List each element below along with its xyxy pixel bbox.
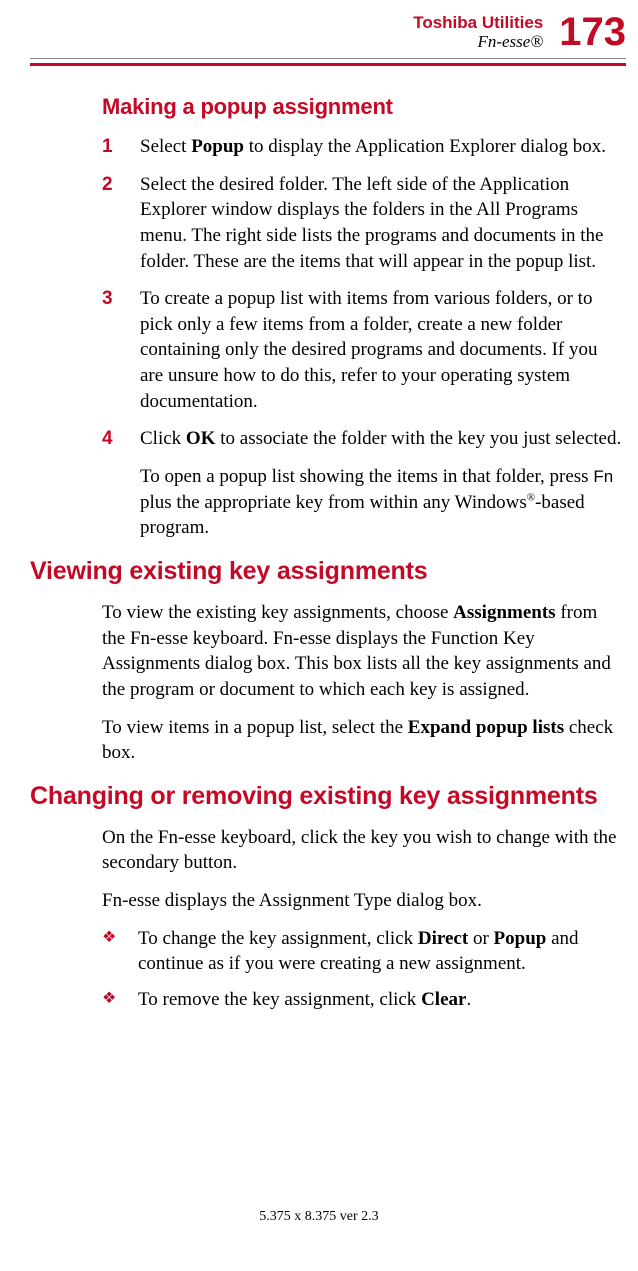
step-text: Select Popup to display the Application …	[140, 134, 606, 160]
step-number: 3	[102, 286, 116, 414]
step-text: To create a popup list with items from v…	[140, 286, 624, 414]
viewing-paragraph-2: To view items in a popup list, select th…	[102, 715, 624, 766]
chapter-title: Toshiba Utilities	[413, 14, 543, 33]
page-number: 173	[559, 10, 626, 52]
step-1: 1 Select Popup to display the Applicatio…	[102, 134, 624, 160]
bullet-item: ❖ To remove the key assignment, click Cl…	[102, 987, 624, 1013]
step-number: 1	[102, 134, 116, 160]
header-section: Fn-esse®	[413, 33, 543, 52]
diamond-icon: ❖	[102, 926, 118, 977]
heading-viewing: Viewing existing key assignments	[30, 557, 624, 586]
changing-paragraph-2: Fn-esse displays the Assignment Type dia…	[102, 888, 624, 914]
step-4: 4 Click OK to associate the folder with …	[102, 426, 624, 452]
footer-text: 5.375 x 8.375 ver 2.3	[0, 1209, 638, 1225]
heading-changing: Changing or removing existing key assign…	[30, 782, 624, 811]
changing-paragraph-1: On the Fn-esse keyboard, click the key y…	[102, 825, 624, 876]
post-step-paragraph: To open a popup list showing the items i…	[140, 464, 624, 541]
step-number: 4	[102, 426, 116, 452]
bullet-text: To remove the key assignment, click Clea…	[138, 987, 471, 1013]
bullet-item: ❖ To change the key assignment, click Di…	[102, 926, 624, 977]
heading-making-popup: Making a popup assignment	[102, 94, 624, 120]
step-3: 3 To create a popup list with items from…	[102, 286, 624, 414]
step-text: Select the desired folder. The left side…	[140, 172, 624, 275]
page-header: Toshiba Utilities Fn-esse® 173	[30, 10, 626, 52]
step-2: 2 Select the desired folder. The left si…	[102, 172, 624, 275]
bullet-text: To change the key assignment, click Dire…	[138, 926, 624, 977]
fn-key-text: Fn	[593, 467, 613, 486]
divider-thin	[30, 58, 626, 59]
step-number: 2	[102, 172, 116, 275]
step-text: Click OK to associate the folder with th…	[140, 426, 621, 452]
diamond-icon: ❖	[102, 987, 118, 1013]
viewing-paragraph-1: To view the existing key assignments, ch…	[102, 600, 624, 703]
divider-accent	[30, 63, 626, 66]
